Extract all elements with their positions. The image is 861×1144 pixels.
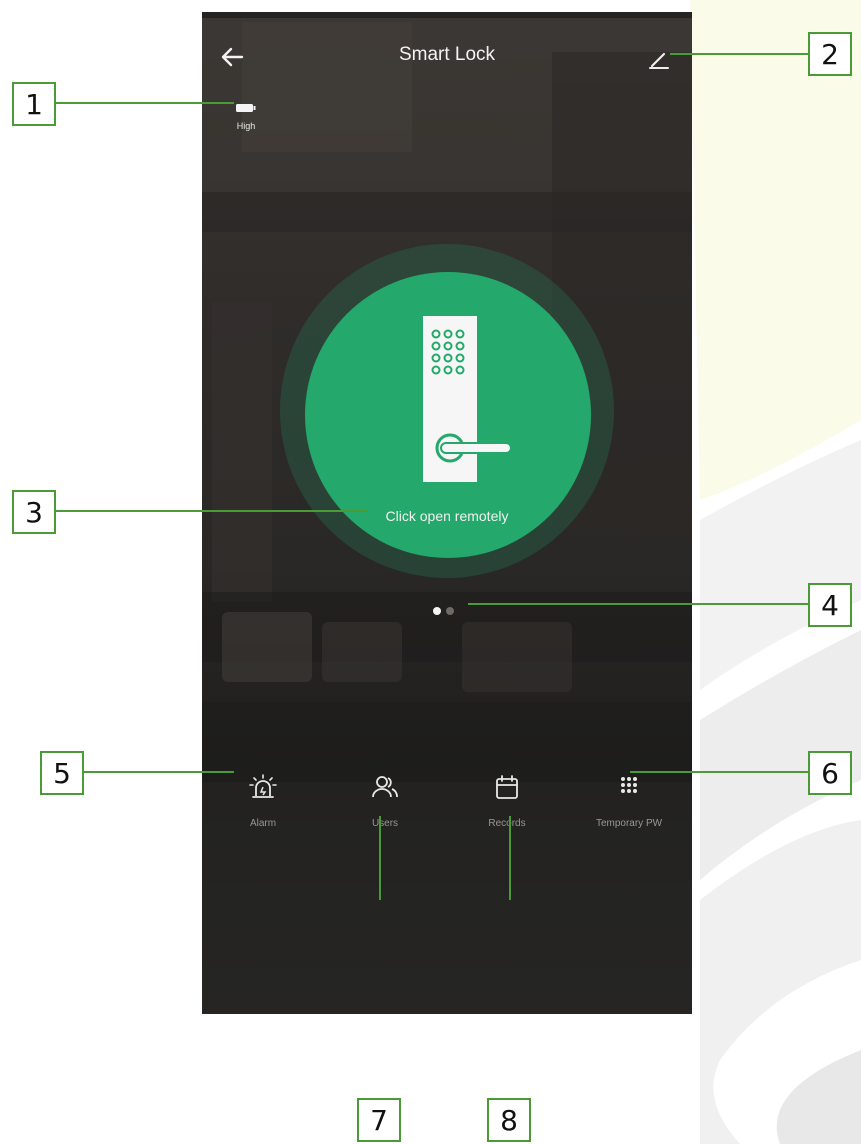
- callout-4-leader: [468, 603, 808, 605]
- callout-6: 6: [808, 751, 852, 795]
- bottom-toolbar: Alarm Users Records Temporary PW: [202, 772, 692, 862]
- records-button[interactable]: Records: [446, 772, 568, 829]
- phone-screen: Smart Lock High Click open remotely Alar…: [202, 12, 692, 1014]
- callout-5: 5: [40, 751, 84, 795]
- callout-8: 8: [487, 1098, 531, 1142]
- door-lock-keypad-icon: [423, 316, 512, 482]
- battery-icon: [236, 104, 256, 112]
- page-indicator: [433, 602, 459, 615]
- callout-8-leader: [509, 816, 511, 900]
- page-dot-active[interactable]: [433, 607, 441, 615]
- temporary-password-button[interactable]: Temporary PW: [568, 772, 690, 829]
- callout-4: 4: [808, 583, 852, 627]
- battery-level-label: High: [236, 121, 256, 131]
- callout-7-leader: [379, 816, 381, 900]
- callout-2: 2: [808, 32, 852, 76]
- alarm-siren-icon: [249, 774, 277, 798]
- temporary-pw-label: Temporary PW: [595, 818, 663, 829]
- callout-3-leader: [56, 510, 368, 512]
- alarm-label: Alarm: [249, 818, 277, 829]
- callout-3: 3: [12, 490, 56, 534]
- callout-6-leader: [630, 771, 808, 773]
- calendar-icon: [496, 775, 518, 799]
- users-icon: [372, 776, 398, 798]
- callout-1-leader: [56, 102, 234, 104]
- records-label: Records: [488, 818, 526, 829]
- edit-button[interactable]: [642, 42, 676, 76]
- top-bar: Smart Lock: [202, 38, 692, 78]
- battery-indicator: High: [226, 100, 266, 131]
- page-title: Smart Lock: [398, 44, 496, 65]
- status-bar: [202, 12, 692, 18]
- keypad-icon: [621, 777, 637, 793]
- callout-7: 7: [357, 1098, 401, 1142]
- alarm-button[interactable]: Alarm: [202, 772, 324, 829]
- page-dot-inactive[interactable]: [446, 607, 454, 615]
- callout-5-leader: [84, 771, 234, 773]
- pencil-icon: [649, 52, 669, 69]
- callout-1: 1: [12, 82, 56, 126]
- users-label: Users: [371, 818, 399, 829]
- users-button[interactable]: Users: [324, 772, 446, 829]
- callout-2-leader: [670, 53, 808, 55]
